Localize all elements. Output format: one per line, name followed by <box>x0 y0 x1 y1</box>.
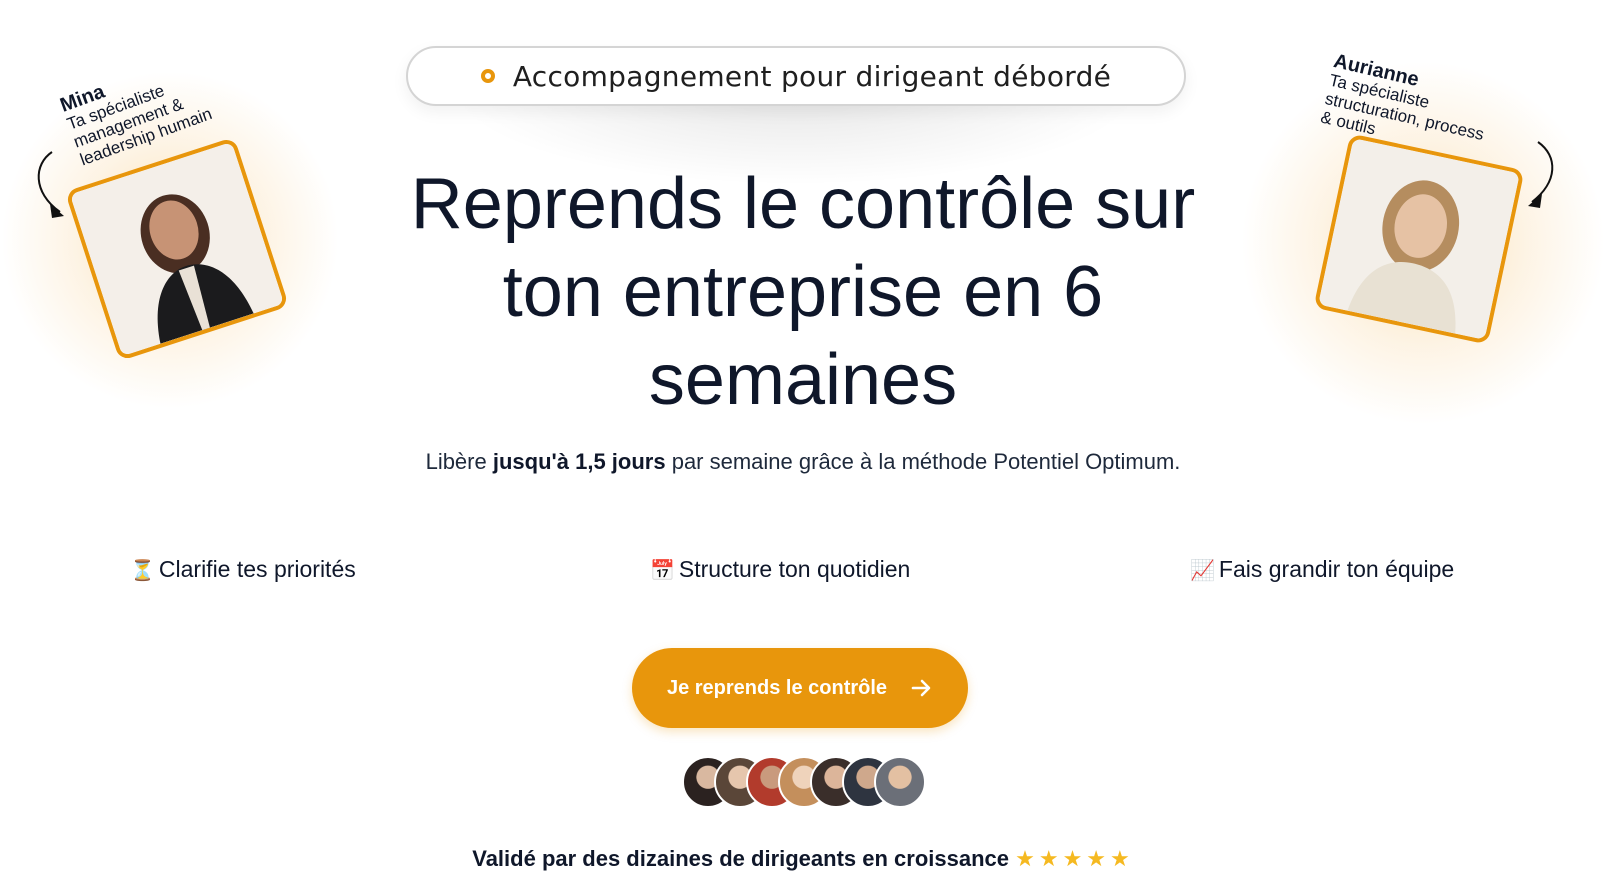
social-proof: Validé par des dizaines de dirigeants en… <box>430 846 1176 872</box>
calendar-icon: 📅 <box>650 557 675 582</box>
subtitle: Libère jusqu'à 1,5 jours par semaine grâ… <box>420 445 1186 479</box>
feature-label: Fais grandir ton équipe <box>1218 556 1455 582</box>
aurianne-photo <box>1313 133 1525 345</box>
chart-increasing-icon: 📈 <box>1190 557 1215 582</box>
avatar-stack <box>682 756 934 810</box>
feature-daily-structure: 📅 Structure ton quotidien <box>650 556 910 583</box>
circle-icon <box>480 69 495 83</box>
avatar <box>874 756 926 808</box>
badge-pill: Accompagnement pour dirigeant débordé <box>406 46 1186 106</box>
feature-priorities: ⏳ Clarifie tes priorités <box>130 556 356 583</box>
portrait-image <box>1318 138 1520 340</box>
top-badge: Accompagnement pour dirigeant débordé <box>406 46 1186 186</box>
subtitle-bold: jusqu'à 1,5 jours <box>492 449 666 474</box>
subtitle-post: par semaine grâce à la méthode Potentiel… <box>665 449 1181 474</box>
feature-team-growth: 📈 Fais grandir ton équipe <box>1190 556 1454 583</box>
hourglass-icon: ⏳ <box>130 557 155 582</box>
social-proof-text: Validé par des dizaines de dirigeants en… <box>472 846 1010 871</box>
star-rating-icon: ★★★★★ <box>1015 847 1134 872</box>
cta-button[interactable]: Je reprends le contrôle <box>632 648 968 728</box>
subtitle-pre: Libère <box>425 449 493 474</box>
page-title: Reprends le contrôle sur ton entreprise … <box>410 164 1196 420</box>
feature-label: Structure ton quotidien <box>678 556 911 582</box>
cta-label: Je reprends le contrôle <box>666 676 888 699</box>
badge-text: Accompagnement pour dirigeant débordé <box>512 59 1112 93</box>
feature-label: Clarifie tes priorités <box>158 556 356 582</box>
arrow-right-icon <box>911 679 931 697</box>
curved-arrow-icon <box>1528 141 1554 208</box>
